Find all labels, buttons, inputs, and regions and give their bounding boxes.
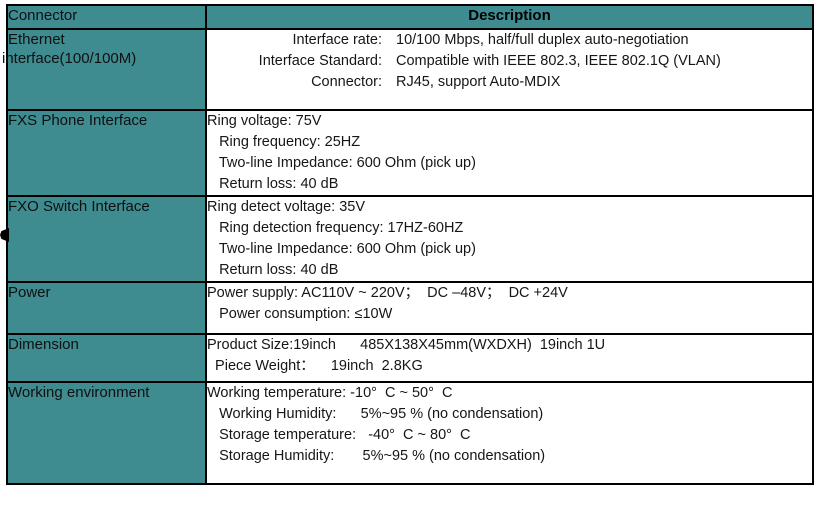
spec-line: Working Humidity: 5%~95 % (no condensati… xyxy=(207,406,544,422)
spec-value: Compatible with IEEE 802.3, IEEE 802.1Q … xyxy=(396,53,721,69)
row-label-line: Ethernet xyxy=(8,31,65,48)
row-description-fxo: Ring detect voltage: 35V Ring detection … xyxy=(205,195,814,283)
row-label-working-environment: Working environment xyxy=(6,381,207,485)
spec-line: Ring detection frequency: 17HZ-60HZ xyxy=(207,220,464,236)
spec-line: Two-line Impedance: 600 Ohm (pick up) xyxy=(207,155,476,171)
table-header-row: Connector Description xyxy=(6,4,814,30)
spec-pair: Interface rate: 10/100 Mbps, half/full du… xyxy=(207,30,812,51)
spec-line: Ring detect voltage: 35V xyxy=(207,199,365,215)
spec-line: Two-line Impedance: 600 Ohm (pick up) xyxy=(207,241,476,257)
table-row: Ethernet interface(100/100M) Interface r… xyxy=(2,28,814,111)
row-label-power: Power xyxy=(6,281,207,335)
column-header-description: Description xyxy=(205,4,814,30)
spec-line: Storage Humidity: 5%~95 % (no condensati… xyxy=(207,448,546,464)
spec-key: Interface Standard: xyxy=(258,53,382,69)
spec-line: Power supply: AC110V ~ 220V； DC –48V； DC… xyxy=(207,285,568,301)
spec-line: Ring voltage: 75V xyxy=(207,113,322,129)
spec-key: Connector: xyxy=(311,74,382,90)
table-row: FXO Switch Interface Ring detect voltage… xyxy=(6,195,814,283)
spec-pair: Connector: RJ45, support Auto-MDIX xyxy=(207,72,812,93)
spec-line: Piece Weight： 19inch 2.8KG xyxy=(207,358,423,374)
specifications-table: Connector Description Ethernet interface… xyxy=(2,4,814,485)
row-description-power: Power supply: AC110V ~ 220V； DC –48V； DC… xyxy=(205,281,814,335)
spec-line: Ring frequency: 25HZ xyxy=(207,134,361,150)
column-header-connector: Connector xyxy=(6,4,207,30)
spec-line: Power consumption: ≤10W xyxy=(207,306,393,322)
table-row: Dimension Product Size:19inch 485X138X45… xyxy=(6,333,814,383)
spec-line: Storage temperature: -40° C ~ 80° C xyxy=(207,427,471,443)
row-description-ethernet: Interface rate: 10/100 Mbps, half/full du… xyxy=(205,28,814,111)
row-label-ethernet: Ethernet interface(100/100M) xyxy=(2,28,207,111)
spec-line: Product Size:19inch 485X138X45mm(WXDXH) … xyxy=(207,337,606,353)
row-description-working-environment: Working temperature: -10° C ~ 50° C Work… xyxy=(205,381,814,485)
resize-handle-icon[interactable] xyxy=(0,228,9,242)
spec-key: Interface rate: xyxy=(292,32,382,48)
table-row: FXS Phone Interface Ring voltage: 75V Ri… xyxy=(6,109,814,197)
row-label-line: FXO Switch Interface xyxy=(8,198,150,215)
row-label-line: Power xyxy=(8,284,51,301)
spec-value: RJ45, support Auto-MDIX xyxy=(396,74,561,90)
row-description-fxs: Ring voltage: 75V Ring frequency: 25HZ T… xyxy=(205,109,814,197)
row-label-line: interface(100/100M) xyxy=(2,50,137,67)
spec-pair: Interface Standard: Compatible with IEEE … xyxy=(207,51,812,72)
row-label-dimension: Dimension xyxy=(6,333,207,383)
row-description-dimension: Product Size:19inch 485X138X45mm(WXDXH) … xyxy=(205,333,814,383)
spec-value: 10/100 Mbps, half/full duplex auto-negot… xyxy=(396,32,689,48)
specification-sheet: Connector Description Ethernet interface… xyxy=(0,0,816,519)
spec-line: Working temperature: -10° C ~ 50° C xyxy=(207,385,453,401)
row-label-fxo: FXO Switch Interface xyxy=(6,195,207,283)
spec-line: Return loss: 40 dB xyxy=(207,262,339,278)
row-label-line: FXS Phone Interface xyxy=(8,112,148,129)
spec-line: Return loss: 40 dB xyxy=(207,176,339,192)
row-label-fxs: FXS Phone Interface xyxy=(6,109,207,197)
table-row: Power Power supply: AC110V ~ 220V； DC –4… xyxy=(6,281,814,335)
row-label-line: Working environment xyxy=(8,384,150,401)
table-row: Working environment Working temperature:… xyxy=(6,381,814,485)
row-label-line: Dimension xyxy=(8,336,79,353)
